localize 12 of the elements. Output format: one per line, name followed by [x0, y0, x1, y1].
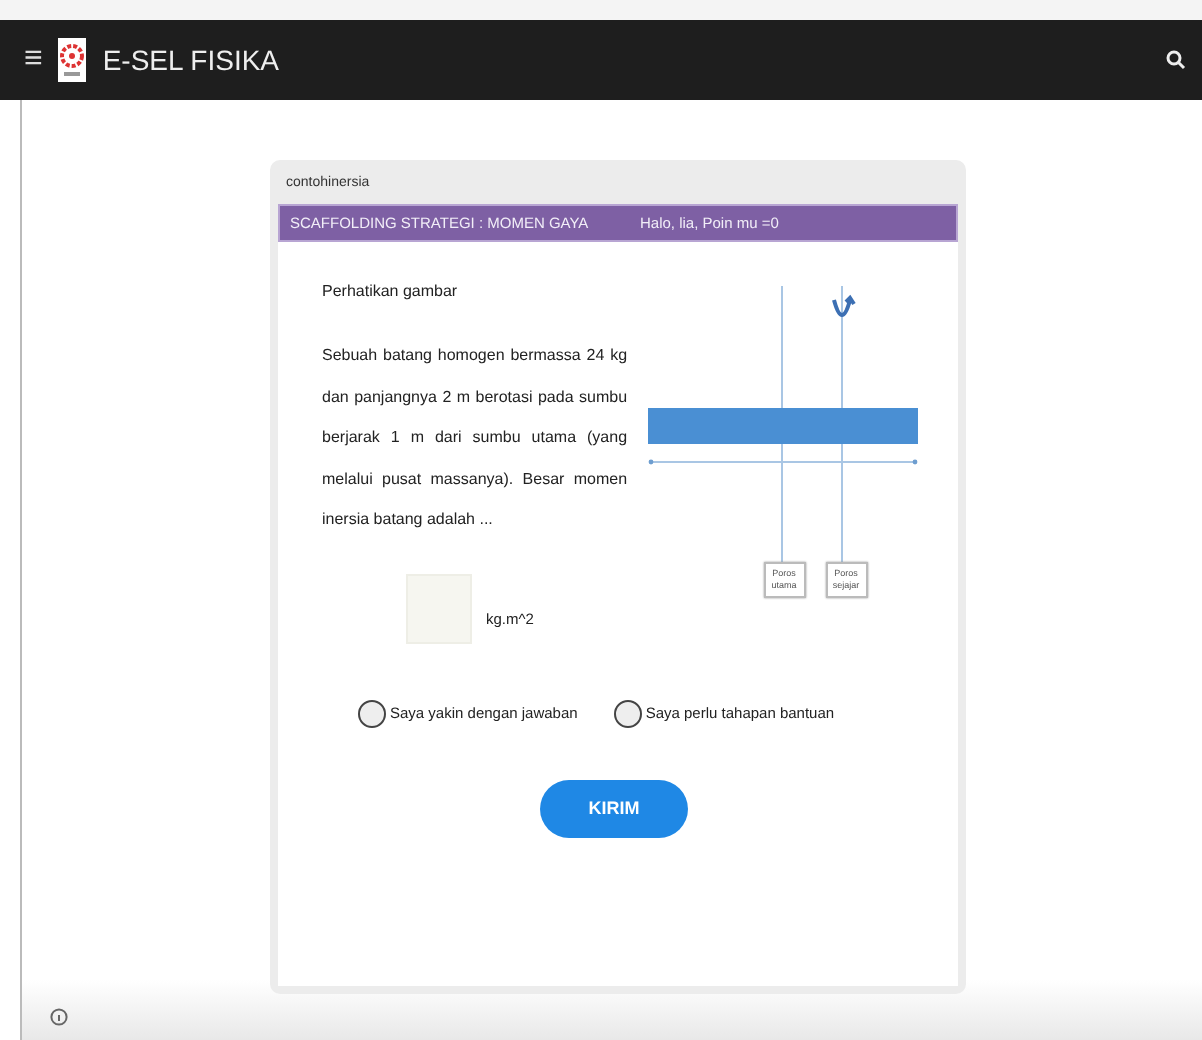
instruction-text: Perhatikan gambar [322, 282, 460, 300]
app-title: E-SEL FISIKA [102, 44, 280, 76]
question-text: Sebuah batang homogen bermassa 24 kg dan panjangnya 2 m berotasi pada sumbu berjarak 1 m dari sumbu utama (yang melalui pusat massanya). Besar momen inersia batang adalah ... [322, 344, 628, 532]
info-icon[interactable] [50, 1008, 68, 1026]
search-icon[interactable] [1166, 50, 1186, 70]
rotation-arrow-icon [831, 296, 856, 317]
radio-icon[interactable] [358, 699, 386, 727]
menu-icon[interactable]: ≡ [24, 42, 43, 78]
submit-button[interactable]: KIRIM [540, 779, 688, 837]
logo-icon [58, 38, 87, 82]
radio-icon[interactable] [613, 699, 642, 727]
answer-field[interactable] [406, 573, 472, 643]
